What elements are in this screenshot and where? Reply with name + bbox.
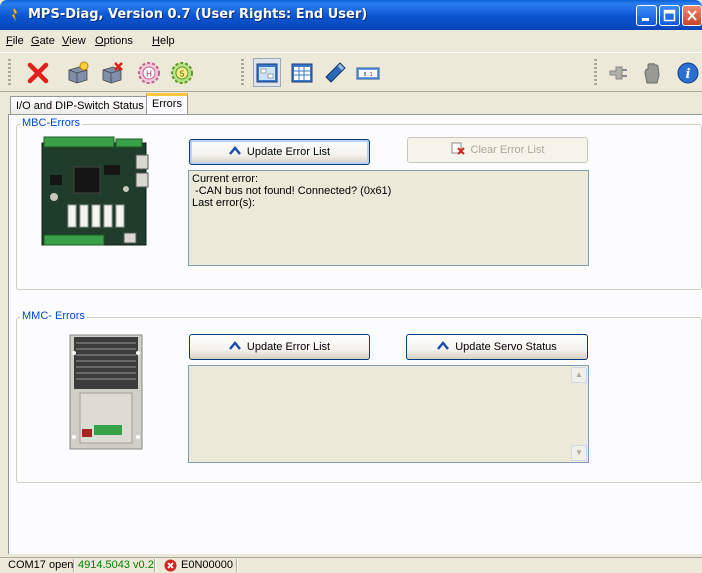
delete-icon[interactable] (26, 61, 50, 85)
chevron-up-icon (228, 146, 241, 155)
chevron-up-icon (228, 341, 241, 350)
mmc-error-textbox[interactable]: ▲ ▼ (188, 365, 589, 463)
mbc-board-image (41, 136, 149, 246)
mbc-error-textbox[interactable]: Current error: -CAN bus not found! Conne… (188, 170, 589, 266)
toolbar-separator-right (594, 59, 597, 87)
remove-device-icon[interactable] (100, 61, 124, 85)
home-gear-icon[interactable]: H (137, 61, 161, 85)
chevron-up-icon (437, 341, 450, 350)
mbc-update-error-list-button[interactable]: Update Error List (189, 139, 370, 165)
status-separator (73, 559, 75, 572)
svg-text:0.1: 0.1 (363, 72, 372, 78)
svg-text:H: H (146, 70, 152, 79)
panel-view-icon[interactable] (255, 61, 279, 85)
status-separator (236, 559, 238, 572)
error-icon (164, 559, 177, 572)
toolbar-grip (8, 59, 11, 87)
minimize-icon (642, 18, 649, 21)
mmc-update-servo-status-button[interactable]: Update Servo Status (406, 334, 588, 360)
status-bar: COM17 open 4914.5043 v0.2 E0N00000 (0, 557, 702, 573)
mmc-textbox-scrollbar[interactable]: ▲ ▼ (571, 367, 587, 461)
tab-strip: I/O and DIP-Switch Status Errors (0, 93, 702, 115)
hand-icon[interactable] (640, 61, 664, 85)
scroll-up-icon[interactable]: ▲ (571, 367, 587, 383)
scroll-down-icon[interactable]: ▼ (571, 445, 587, 461)
status-error-code: E0N00000 (181, 559, 233, 571)
plug-icon[interactable] (606, 61, 630, 85)
maximize-button[interactable] (659, 5, 680, 26)
status-separator (154, 559, 156, 572)
tab-io-dip-status[interactable]: I/O and DIP-Switch Status (10, 96, 150, 115)
window-title: MPS-Diag, Version 0.7 (User Rights: End … (28, 7, 368, 22)
clear-list-icon (451, 142, 465, 155)
svg-text:S: S (179, 70, 184, 79)
mbc-errors-label: MBC-Errors (20, 117, 83, 129)
toolbar: H S 0.1 i (0, 52, 702, 92)
minimize-button[interactable] (636, 5, 657, 26)
status-version: 4914.5043 v0.2 (78, 559, 154, 571)
maximize-icon (663, 9, 676, 22)
app-icon (11, 8, 18, 22)
menu-file[interactable]: File (6, 35, 24, 47)
status-port: COM17 open (8, 559, 74, 571)
menu-gate[interactable]: Gate (31, 35, 55, 47)
tab-errors[interactable]: Errors (146, 93, 188, 115)
menu-help[interactable]: Help (152, 35, 175, 47)
tool-icon[interactable] (323, 61, 347, 85)
add-device-icon[interactable] (66, 61, 90, 85)
title-bar[interactable]: MPS-Diag, Version 0.7 (User Rights: End … (0, 0, 702, 30)
display-icon[interactable]: 0.1 (356, 61, 380, 85)
toolbar-separator (241, 59, 244, 87)
menu-options[interactable]: Options (95, 35, 133, 47)
close-icon (687, 10, 697, 21)
info-icon[interactable]: i (676, 61, 700, 85)
menu-view[interactable]: View (62, 35, 86, 47)
close-button[interactable] (682, 5, 702, 26)
svg-text:i: i (686, 67, 691, 82)
start-gear-icon[interactable]: S (170, 61, 194, 85)
mmc-drive-image (69, 334, 143, 450)
mmc-update-error-list-button[interactable]: Update Error List (189, 334, 370, 360)
mmc-errors-label: MMC- Errors (20, 310, 87, 322)
mbc-clear-error-list-button[interactable]: Clear Error List (407, 137, 588, 163)
menu-bar: File Gate View Options Help (0, 30, 702, 52)
table-view-icon[interactable] (290, 61, 314, 85)
